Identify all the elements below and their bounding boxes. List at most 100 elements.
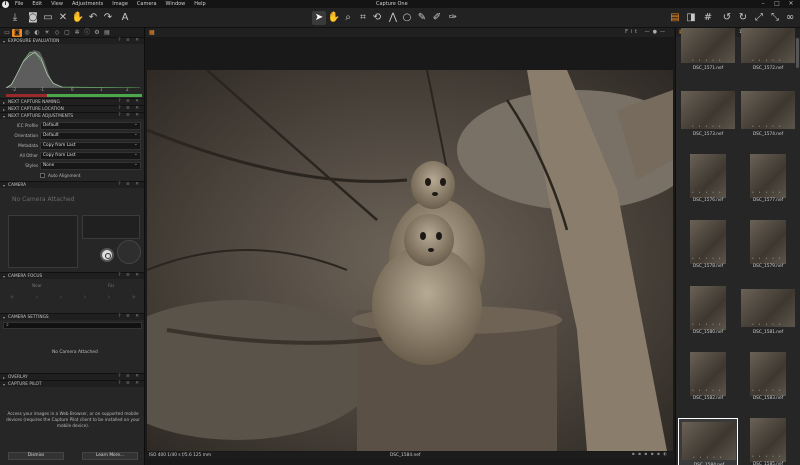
dismiss-button[interactable]: Dismiss bbox=[8, 452, 64, 460]
next-capture-adjustments-header[interactable]: ▾ NEXT CAPTURE ADJUSTMENTS ? ≡ ✕ bbox=[0, 112, 144, 119]
menu-edit[interactable]: Edit bbox=[32, 1, 42, 7]
exposure-evaluation-header[interactable]: ▾ EXPOSURE EVALUATION ? ≡ ✕ bbox=[0, 37, 144, 44]
menu-camera[interactable]: Camera bbox=[137, 1, 157, 7]
focus-near-medium-icon[interactable]: ‹ bbox=[36, 293, 39, 305]
zoom-slider-icon[interactable]: —●— bbox=[645, 29, 668, 35]
focus-far-large-icon[interactable]: » bbox=[132, 293, 136, 305]
thumbnail[interactable]: • • • • • DSC_1578.nef bbox=[678, 220, 738, 278]
rotate-right-icon[interactable]: ↻ bbox=[736, 11, 750, 25]
thumbnail[interactable]: • • • • •DSC_1584.nef bbox=[678, 418, 738, 465]
rating-stars[interactable]: • • • • • bbox=[693, 455, 724, 459]
capture-tab-icon[interactable]: ◙ bbox=[12, 28, 22, 37]
thumbnail[interactable]: • • • • • DSC_1572.nef bbox=[738, 28, 798, 80]
metadata-select[interactable]: Copy from Last bbox=[40, 141, 141, 150]
import-icon[interactable]: ⤓ bbox=[8, 11, 22, 25]
styles-select[interactable]: None bbox=[40, 161, 141, 170]
section-controls[interactable]: ? ≡ ✕ bbox=[118, 374, 141, 379]
rating-stars[interactable]: • • • • • bbox=[692, 388, 723, 392]
thumbnail[interactable]: • • • • • DSC_1585.nef bbox=[738, 418, 798, 465]
section-controls[interactable]: ? ≡ ✕ bbox=[118, 99, 141, 104]
minimize-button[interactable]: – bbox=[756, 0, 770, 7]
adjustments-tab-icon[interactable]: ✲ bbox=[72, 29, 82, 37]
thumbnail[interactable]: • • • • • DSC_1574.nef bbox=[738, 88, 798, 146]
app-icon[interactable]: i bbox=[2, 0, 9, 8]
rating-stars[interactable]: • • • • • bbox=[692, 256, 723, 260]
camera-header[interactable]: ▾ CAMERA ? ≡ ✕ bbox=[0, 181, 144, 188]
redo-icon[interactable]: ↷ bbox=[101, 11, 115, 25]
camera-focus-header[interactable]: ▾ CAMERA FOCUS ? ≡ ✕ bbox=[0, 272, 144, 279]
section-controls[interactable]: ? ≡ ✕ bbox=[118, 182, 141, 187]
thumbnail[interactable]: • • • • • DSC_1571.nef bbox=[678, 28, 738, 80]
capture-pilot-header[interactable]: ▾ CAPTURE PILOT ? ≡ ✕ bbox=[0, 380, 144, 387]
rating-stars[interactable]: • • • • • bbox=[692, 58, 723, 62]
rating-stars[interactable]: • • • • • bbox=[692, 322, 723, 326]
thumbnail[interactable]: • • • • • DSC_1576.nef bbox=[678, 154, 738, 212]
next-capture-location-header[interactable]: ▸ NEXT CAPTURE LOCATION ? ≡ ✕ bbox=[0, 105, 144, 112]
rating-stars[interactable]: • • • • • bbox=[752, 454, 783, 458]
rating-stars[interactable]: • • • • • bbox=[752, 388, 783, 392]
expand-icon[interactable]: ⤢ bbox=[752, 11, 766, 25]
camera-dial[interactable] bbox=[117, 240, 141, 264]
thumbnail[interactable]: • • • • • DSC_1582.nef bbox=[678, 352, 738, 410]
zoom-level[interactable]: Fit bbox=[625, 29, 640, 35]
menu-adjustments[interactable]: Adjustments bbox=[72, 1, 103, 7]
collapse-icon[interactable]: ⤡ bbox=[768, 11, 782, 25]
thumbnail[interactable]: • • • • • DSC_1573.nef bbox=[678, 88, 738, 146]
rating-stars[interactable]: • • • • • bbox=[752, 124, 783, 128]
undo-icon[interactable]: ↶ bbox=[86, 11, 100, 25]
delete-icon[interactable]: ✕ bbox=[56, 11, 70, 25]
eraser-icon[interactable]: ✑ bbox=[446, 11, 460, 25]
rating-stars[interactable]: • • • • • bbox=[752, 322, 783, 326]
icc-profile-select[interactable]: Default bbox=[40, 121, 141, 130]
stack-icon[interactable]: ▤ bbox=[668, 11, 682, 25]
hand-icon[interactable]: ✋ bbox=[71, 11, 85, 25]
pan-icon[interactable]: ✋ bbox=[327, 11, 341, 25]
auto-alignment-checkbox[interactable] bbox=[40, 173, 45, 178]
rating-stars[interactable]: • • • • • bbox=[752, 190, 783, 194]
menu-view[interactable]: View bbox=[51, 1, 63, 7]
rotate-left-icon[interactable]: ↺ bbox=[720, 11, 734, 25]
main-photo[interactable] bbox=[147, 70, 673, 451]
capture-button[interactable] bbox=[100, 248, 114, 262]
focus-near-small-icon[interactable]: ‹ bbox=[60, 293, 63, 305]
viewer-status-icons[interactable]: ▪ ▪ ▪ ▪ ▪ ◐ bbox=[632, 452, 668, 457]
section-controls[interactable]: ? ≡ ✕ bbox=[118, 106, 141, 111]
orientation-select[interactable]: Default bbox=[40, 131, 141, 140]
next-capture-naming-header[interactable]: ▸ NEXT CAPTURE NAMING ? ≡ ✕ bbox=[0, 98, 144, 105]
thumbnail[interactable]: • • • • • DSC_1583.nef bbox=[738, 352, 798, 410]
section-controls[interactable]: ? ≡ ✕ bbox=[118, 273, 141, 278]
settings-search-input[interactable]: ⌕ bbox=[3, 322, 142, 329]
folder-icon[interactable]: ▭ bbox=[41, 11, 55, 25]
rating-stars[interactable]: • • • • • bbox=[692, 190, 723, 194]
all-other-select[interactable]: Copy from Last bbox=[40, 151, 141, 160]
thumbnail[interactable]: • • • • • DSC_1580.nef bbox=[678, 286, 738, 344]
crop-icon[interactable]: ⌗ bbox=[356, 11, 370, 25]
library-tab-icon[interactable]: ▭ bbox=[2, 29, 12, 37]
menu-file[interactable]: File bbox=[15, 1, 23, 7]
menu-window[interactable]: Window bbox=[166, 1, 186, 7]
output-tab-icon[interactable]: ⚙ bbox=[92, 29, 102, 37]
thumbnail[interactable]: • • • • • DSC_1579.nef bbox=[738, 220, 798, 278]
picker-icon[interactable]: ✎ bbox=[415, 11, 429, 25]
camera-icon[interactable]: ◙ bbox=[26, 11, 40, 25]
local-tab-icon[interactable]: ▢ bbox=[62, 29, 72, 37]
exposure-tab-icon[interactable]: ☀ bbox=[42, 29, 52, 37]
overlay-header[interactable]: ▸ OVERLAY ? ≡ ✕ bbox=[0, 373, 144, 380]
loupe-icon[interactable]: ⌕ bbox=[341, 11, 355, 25]
section-controls[interactable]: ? ≡ ✕ bbox=[118, 38, 141, 43]
metadata-tab-icon[interactable]: ⓘ bbox=[82, 29, 92, 37]
viewer-layout-icon[interactable]: ▦ bbox=[149, 29, 155, 36]
brush-icon[interactable]: ✐ bbox=[430, 11, 444, 25]
compare-icon[interactable]: ◨ bbox=[684, 11, 698, 25]
menu-image[interactable]: Image bbox=[112, 1, 128, 7]
learn-more-button[interactable]: Learn More... bbox=[82, 452, 138, 460]
spot-icon[interactable]: ○ bbox=[400, 11, 414, 25]
section-controls[interactable]: ? ≡ ✕ bbox=[118, 113, 141, 118]
close-button[interactable]: ✕ bbox=[784, 0, 798, 7]
section-controls[interactable]: ? ≡ ✕ bbox=[118, 314, 141, 319]
thumbnail[interactable]: • • • • • DSC_1577.nef bbox=[738, 154, 798, 212]
section-controls[interactable]: ? ≡ ✕ bbox=[118, 381, 141, 386]
glasses-icon[interactable]: ∞ bbox=[783, 11, 797, 25]
batch-tab-icon[interactable]: ▤ bbox=[102, 29, 112, 37]
rating-stars[interactable]: • • • • • bbox=[752, 256, 783, 260]
